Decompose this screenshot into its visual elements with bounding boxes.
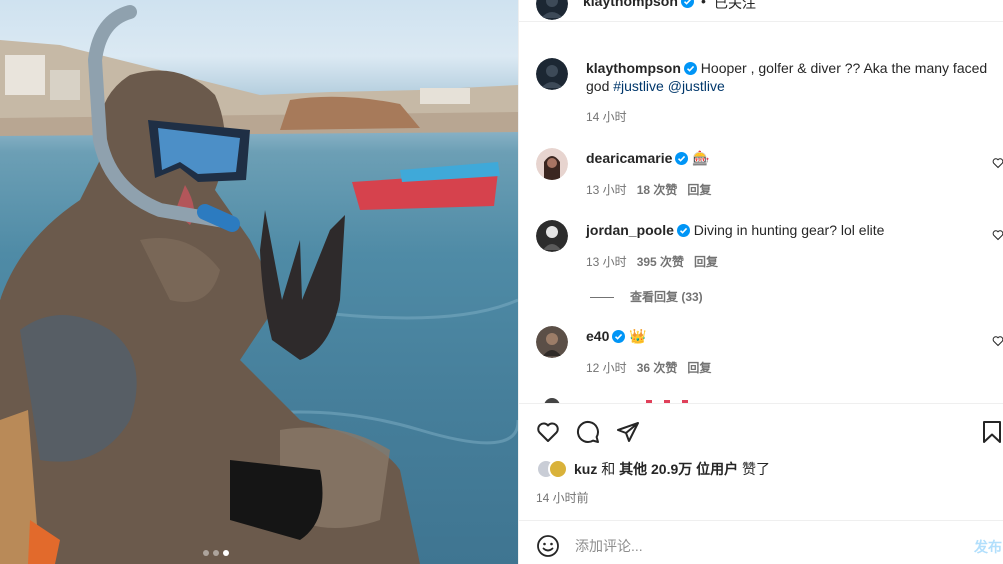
comment-author[interactable]: e40 <box>586 328 609 344</box>
comment-body: jordan_poole Diving in hunting gear? lol… <box>586 221 998 239</box>
caption-author-avatar[interactable] <box>536 58 568 90</box>
liker-avatar <box>548 459 568 479</box>
caption-hashtag[interactable]: #justlive <box>613 78 664 94</box>
like-heart-icon[interactable] <box>536 420 560 444</box>
view-replies-button[interactable]: 查看回复 (33) <box>590 288 703 305</box>
carousel-indicator <box>203 550 229 556</box>
comment-likes[interactable]: 395 次赞 <box>637 255 684 269</box>
caption-meta: 14 小时 <box>586 108 637 125</box>
caption-time[interactable]: 14 小时 <box>586 110 627 124</box>
comment-time[interactable]: 13 小时 <box>586 183 627 197</box>
likes-text: kuz 和 其他 20.9万 位用户 赞了 <box>574 461 771 477</box>
emoji-icon[interactable] <box>536 534 560 558</box>
view-replies-line <box>590 297 614 299</box>
carousel-dot-active <box>223 550 229 556</box>
comment-icon[interactable] <box>576 420 600 444</box>
author-username[interactable]: klaythompson <box>583 0 694 9</box>
diver-photo-illustration <box>0 5 518 564</box>
comment-input[interactable] <box>575 533 955 559</box>
share-icon[interactable] <box>616 420 640 444</box>
post-timestamp[interactable]: 14 小时前 <box>536 489 589 506</box>
comment-meta: 12 小时 36 次赞 回复 <box>586 359 721 376</box>
author-avatar[interactable] <box>536 0 568 20</box>
post-photo[interactable] <box>0 0 518 564</box>
commenter-avatar[interactable] <box>536 220 568 252</box>
verified-icon <box>683 62 697 75</box>
comment-text: 🎰 <box>692 150 710 166</box>
likes-summary[interactable]: kuz 和 其他 20.9万 位用户 赞了 <box>536 458 770 480</box>
carousel-dot <box>213 550 219 556</box>
comment-body: dearicamarie 🎰 <box>586 149 998 167</box>
post-comment-button[interactable]: 发布 <box>974 537 1002 557</box>
comment-meta: 13 小时 18 次赞 回复 <box>586 181 721 198</box>
comment-time[interactable]: 13 小时 <box>586 255 627 269</box>
caption-body: klaythompson Hooper , golfer & diver ?? … <box>586 59 998 95</box>
add-comment-bar: 发布 <box>519 520 1003 564</box>
comment-like-heart-icon[interactable] <box>992 229 1003 241</box>
comment-time[interactable]: 12 小时 <box>586 361 627 375</box>
post-actions: kuz 和 其他 20.9万 位用户 赞了 14 小时前 <box>519 403 1003 520</box>
comment-body: e40 👑 <box>586 327 998 345</box>
post-details-panel: klaythompson • 已关注 ··· klaythompson Hoop… <box>518 0 1003 564</box>
verified-icon <box>612 330 626 343</box>
header-separator: • <box>701 0 706 9</box>
comment-text: Diving in hunting gear? lol elite <box>693 222 885 238</box>
comment-author[interactable]: jordan_poole <box>586 222 674 238</box>
comment-text: 👑 <box>629 328 647 344</box>
caption-author[interactable]: klaythompson <box>586 60 681 76</box>
reply-button[interactable]: 回复 <box>687 361 711 375</box>
verified-icon <box>675 152 689 165</box>
comment-like-heart-icon[interactable] <box>992 157 1003 169</box>
commenter-avatar[interactable] <box>536 326 568 358</box>
bookmark-icon[interactable] <box>980 420 1003 444</box>
carousel-dot <box>203 550 209 556</box>
comment-likes[interactable]: 18 次赞 <box>637 183 678 197</box>
comment-author[interactable]: dearicamarie <box>586 150 672 166</box>
verified-icon <box>676 224 690 237</box>
verified-icon <box>680 0 694 8</box>
post-header: klaythompson • 已关注 ··· <box>519 0 1003 22</box>
more-options-icon[interactable]: ··· <box>981 0 1000 8</box>
comment-meta: 13 小时 395 次赞 回复 <box>586 253 728 270</box>
commenter-avatar[interactable] <box>536 148 568 180</box>
comment-likes[interactable]: 36 次赞 <box>637 361 678 375</box>
view-replies-label: 查看回复 (33) <box>630 290 703 304</box>
reply-button[interactable]: 回复 <box>687 183 711 197</box>
comment-like-heart-icon[interactable] <box>992 335 1003 347</box>
caption-mention[interactable]: @justlive <box>668 78 725 94</box>
reply-button[interactable]: 回复 <box>694 255 718 269</box>
follow-status-button[interactable]: 已关注 <box>714 0 756 13</box>
